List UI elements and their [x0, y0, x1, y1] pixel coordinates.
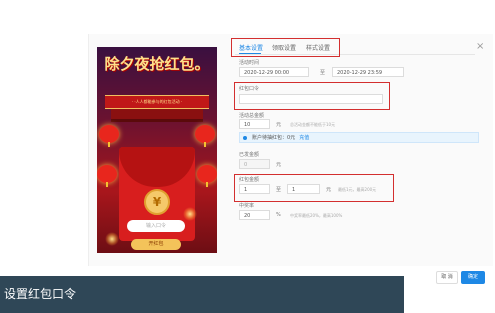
end-time-input[interactable]: 2020-12-29 23:59	[332, 67, 404, 77]
info-icon	[243, 136, 247, 140]
close-icon[interactable]: ×	[476, 41, 484, 52]
activity-time-label: 活动时间	[239, 60, 260, 66]
red-packet-amount-hint: 最低1元，最高200元	[338, 187, 377, 192]
amount-separator: 至	[276, 187, 282, 193]
lantern-icon	[97, 165, 117, 187]
recharge-link[interactable]: 充值	[299, 135, 309, 141]
caption-banner: 设置红包口令	[0, 276, 404, 313]
lantern-icon	[197, 165, 217, 187]
activity-amount-input[interactable]: 10	[239, 119, 270, 129]
firework-icon	[105, 232, 119, 246]
win-rate-label: 中奖率	[239, 203, 255, 209]
red-packet-preview: 除夕夜抢红包。 · ·人人都能参与的红包活动 · ¥ 输入口令 开红包	[97, 47, 217, 253]
open-red-packet-button[interactable]: 开红包	[131, 239, 181, 250]
time-separator: 至	[320, 70, 326, 76]
start-time-input[interactable]: 2020-12-29 00:00	[239, 67, 309, 77]
preview-title: 除夕夜抢红包。	[104, 55, 210, 73]
issued-amount-input: 0	[239, 159, 270, 169]
activity-amount-label: 活动总金额	[239, 113, 265, 119]
red-packet-amount-unit: 元	[326, 187, 332, 193]
red-packet-min-input[interactable]: 1	[239, 184, 270, 194]
coin-icon[interactable]: ¥	[144, 189, 170, 215]
account-balance-notice: 账户待抽红包：0元 充值	[239, 132, 479, 143]
win-rate-hint: 中奖率最低20%，最高100%	[290, 213, 343, 218]
win-rate-unit: %	[276, 212, 281, 218]
highlight-box-tabs	[231, 38, 340, 57]
cancel-button[interactable]: 取 消	[436, 271, 458, 284]
preview-password-input[interactable]: 输入口令	[127, 220, 185, 232]
red-packet-password-label: 红包口令	[239, 86, 260, 92]
red-packet-password-input[interactable]	[239, 94, 383, 104]
activity-amount-hint: 总活动金额不能低于10元	[290, 122, 336, 127]
preview-ribbon: · ·人人都能参与的红包活动 ·	[105, 95, 209, 109]
confirm-button[interactable]: 确定	[461, 271, 485, 284]
gate-roof-decoration	[111, 109, 203, 122]
red-packet-max-input[interactable]: 1	[287, 184, 320, 194]
activity-amount-unit: 元	[276, 122, 282, 128]
lantern-icon	[99, 125, 119, 147]
issued-amount-unit: 元	[276, 162, 282, 168]
red-packet-amount-label: 红包金额	[239, 177, 260, 183]
lantern-icon	[195, 125, 215, 147]
account-balance-text: 账户待抽红包：0元	[252, 135, 296, 141]
issued-amount-label: 已发金额	[239, 152, 260, 158]
firework-icon	[183, 207, 197, 221]
win-rate-input[interactable]: 20	[239, 210, 270, 220]
